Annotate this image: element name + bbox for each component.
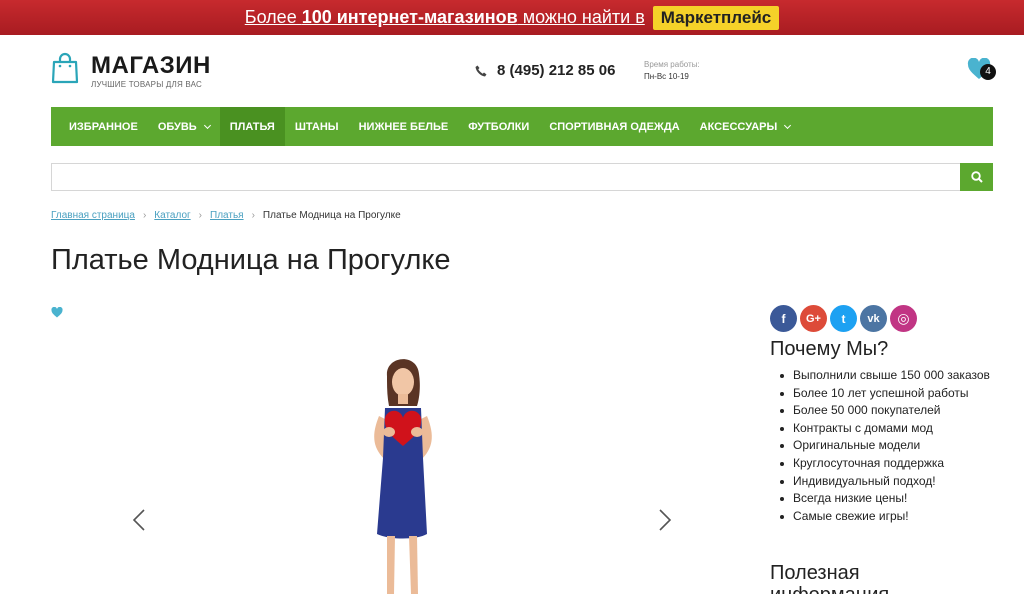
social-links: f G+ t vk ◎ — [770, 305, 917, 332]
list-item: Индивидуальный подход! — [778, 473, 990, 491]
vk-icon[interactable]: vk — [860, 305, 887, 332]
phone-number[interactable]: 8 (495) 212 85 06 — [497, 62, 615, 79]
list-item: Оригинальные модели — [778, 437, 990, 455]
product-gallery — [51, 330, 751, 594]
nav-item-favorites[interactable]: ИЗБРАННОЕ — [59, 107, 148, 146]
logo-subtitle: ЛУЧШИЕ ТОВАРЫ ДЛЯ ВАС — [91, 80, 202, 89]
twitter-icon[interactable]: t — [830, 305, 857, 332]
chevron-down-icon — [203, 121, 211, 129]
chevron-right-icon[interactable] — [657, 508, 673, 532]
chevron-right-icon: › — [198, 210, 202, 221]
working-hours: Время работы: Пн-Вс 10-19 — [644, 59, 700, 83]
search-button[interactable] — [960, 163, 993, 191]
why-us-title: Почему Мы? — [770, 338, 889, 360]
search-bar — [51, 163, 993, 191]
product-image — [374, 359, 432, 594]
instagram-icon[interactable]: ◎ — [890, 305, 917, 332]
nav-item-dresses[interactable]: ПЛАТЬЯ — [219, 107, 285, 146]
list-item: Самые свежие игры! — [778, 508, 990, 526]
list-item: Круглосуточная поддержка — [778, 455, 990, 473]
google-plus-icon[interactable]: G+ — [800, 305, 827, 332]
search-icon — [970, 171, 983, 183]
nav-item-sportswear[interactable]: СПОРТИВНАЯ ОДЕЖДА — [539, 107, 689, 146]
breadcrumb: Главная страница › Каталог › Платья › Пл… — [51, 210, 401, 221]
nav-item-accessories[interactable]: АКСЕССУАРЫ — [690, 107, 801, 146]
list-item: Всегда низкие цены! — [778, 490, 990, 508]
useful-info-title: Полезная информация — [770, 562, 889, 594]
phone-block: 8 (495) 212 85 06 — [475, 62, 615, 79]
phone-icon — [475, 65, 487, 76]
hours-label: Время работы: — [644, 60, 700, 69]
nav-item-pants[interactable]: ШТАНЫ — [285, 107, 349, 146]
breadcrumb-current: Платье Модница на Прогулке — [262, 210, 401, 221]
list-item: Более 10 лет успешной работы — [778, 385, 990, 403]
chevron-left-icon[interactable] — [131, 508, 147, 532]
hours-value: Пн-Вс 10-19 — [644, 72, 689, 81]
chevron-right-icon: › — [142, 210, 147, 221]
logo-title: МАГАЗИН — [91, 52, 211, 79]
why-us-list: Выполнили свыше 150 000 заказов Более 10… — [778, 367, 990, 525]
list-item: Выполнили свыше 150 000 заказов — [778, 367, 990, 385]
page-title: Платье Модница на Прогулке — [51, 244, 451, 276]
chevron-down-icon — [784, 121, 792, 129]
favorites-button[interactable]: 4 — [967, 57, 997, 82]
shopping-bag-icon — [51, 52, 79, 84]
add-to-favorites-heart-icon[interactable] — [51, 307, 63, 318]
logo[interactable]: МАГАЗИН ЛУЧШИЕ ТОВАРЫ ДЛЯ ВАС — [51, 52, 211, 89]
facebook-icon[interactable]: f — [770, 305, 797, 332]
promo-link[interactable]: Более 100 интернет-магазинов можно найти… — [245, 7, 645, 28]
breadcrumb-catalog[interactable]: Каталог — [154, 210, 190, 221]
search-input[interactable] — [51, 163, 960, 191]
chevron-right-icon: › — [251, 210, 255, 221]
breadcrumb-dresses[interactable]: Платья — [210, 210, 244, 221]
nav-item-tshirts[interactable]: ФУТБОЛКИ — [458, 107, 539, 146]
list-item: Контракты с домами мод — [778, 420, 990, 438]
marketplace-badge[interactable]: Маркетплейс — [652, 5, 780, 30]
list-item: Более 50 000 покупателей — [778, 402, 990, 420]
breadcrumb-home[interactable]: Главная страница — [51, 210, 135, 221]
favorites-count-badge: 4 — [980, 64, 996, 80]
promo-banner[interactable]: Более 100 интернет-магазинов можно найти… — [0, 0, 1024, 35]
nav-item-shoes[interactable]: ОБУВЬ — [148, 107, 220, 146]
nav-item-underwear[interactable]: НИЖНЕЕ БЕЛЬЕ — [349, 107, 459, 146]
main-nav: ИЗБРАННОЕ ОБУВЬ ПЛАТЬЯ ШТАНЫ НИЖНЕЕ БЕЛЬ… — [51, 107, 993, 146]
